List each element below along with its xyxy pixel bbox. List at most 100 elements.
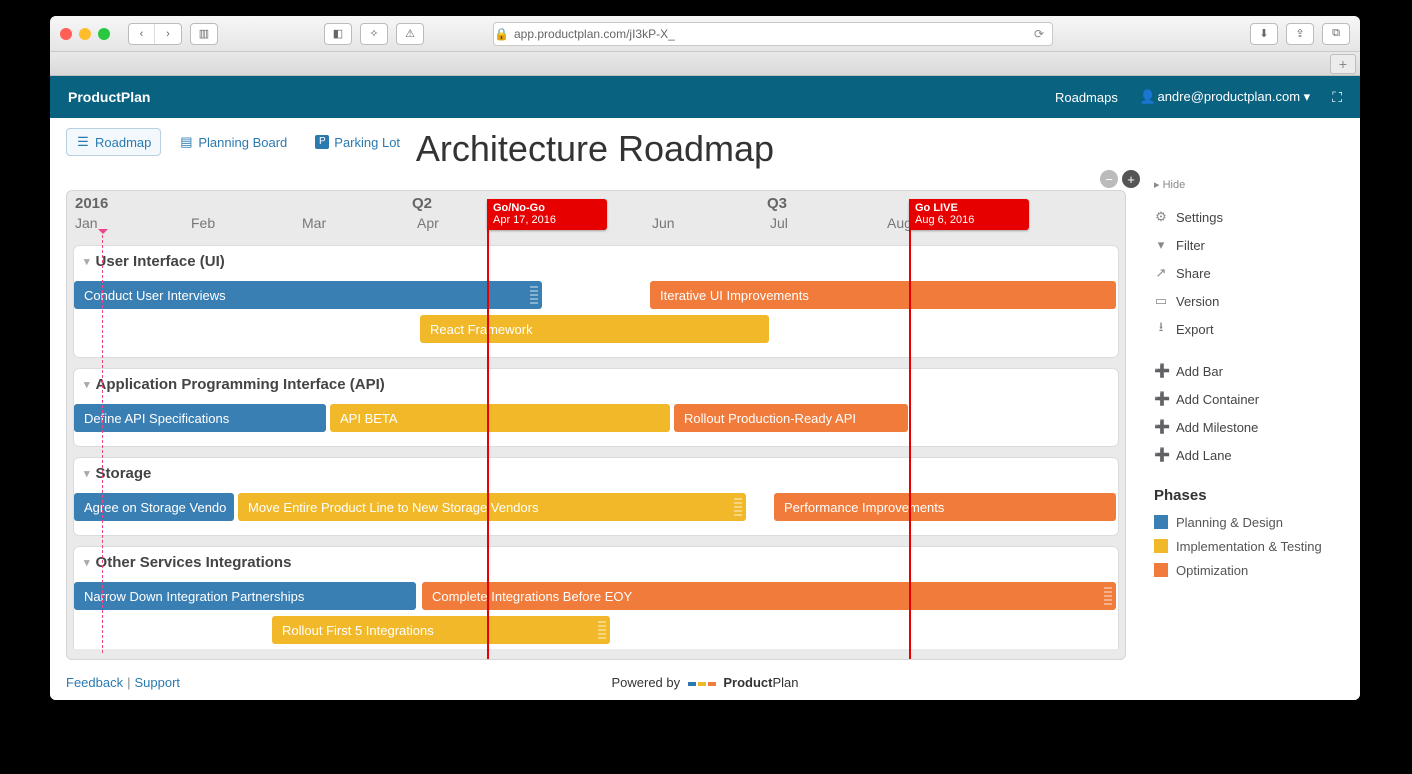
browser-titlebar: ‹ › ▥ ◧ ✧ ⚠ 🔒 app.productplan.com/jI3kP-… — [50, 16, 1360, 52]
reload-icon[interactable]: ⟳ — [1032, 27, 1046, 41]
chevron-down-icon: ▾ — [84, 378, 90, 391]
roadmap-bar[interactable]: Performance Improvements — [774, 493, 1116, 521]
legend-swatch — [1154, 539, 1168, 553]
roadmap-bar[interactable]: Rollout Production-Ready API — [674, 404, 908, 432]
lane-row: Conduct User Interviews Iterative UI Impr… — [74, 281, 1118, 311]
lane: ▾User Interface (UI) Conduct User Intervi… — [73, 245, 1119, 358]
month-label: Jan — [75, 215, 98, 231]
drag-handle-icon[interactable] — [598, 621, 606, 639]
plus-icon: ➕ — [1154, 363, 1168, 379]
user-email: andre@productplan.com — [1157, 89, 1300, 104]
warn-button[interactable]: ⚠ — [396, 23, 424, 45]
quarter-label: Q3 — [767, 195, 787, 212]
powered-by: Powered by ProductPlan — [66, 675, 1344, 690]
share-button[interactable]: ⇪ — [1286, 23, 1314, 45]
zoom-in-button[interactable]: + — [1122, 170, 1140, 188]
back-button[interactable]: ‹ — [129, 24, 155, 44]
lane-header[interactable]: ▾User Interface (UI) — [74, 246, 1118, 277]
roadmap-bar[interactable]: Conduct User Interviews — [74, 281, 542, 309]
window-controls — [60, 28, 110, 40]
content-area: ☰ Roadmap ▤ Planning Board P Parking Lot… — [50, 118, 1360, 700]
add-milestone-button[interactable]: ➕Add Milestone — [1154, 413, 1344, 441]
hide-panel-button[interactable]: ▸ Hide — [1154, 178, 1344, 191]
url-text: app.productplan.com/jI3kP-X_ — [514, 27, 675, 41]
maximize-window-button[interactable] — [98, 28, 110, 40]
productplan-logo-icon — [688, 682, 716, 686]
wand-button[interactable]: ✧ — [360, 23, 388, 45]
roadmap-bar[interactable]: Iterative UI Improvements — [650, 281, 1116, 309]
filter-icon: ▾ — [1154, 237, 1168, 253]
month-label: Jul — [770, 215, 788, 231]
page-title: Architecture Roadmap — [50, 128, 1140, 170]
lane: ▾Storage Agree on Storage VendoMove Entir… — [73, 457, 1119, 536]
download-icon: ⭳ — [1154, 318, 1168, 340]
brand-label: ProductPlan — [68, 89, 150, 105]
version-button[interactable]: ▭Version — [1154, 287, 1344, 315]
legend-swatch — [1154, 563, 1168, 577]
lock-icon: 🔒 — [494, 27, 508, 41]
lane-row: React Framework — [74, 315, 1118, 345]
lane-header[interactable]: ▾Other Services Integrations — [74, 547, 1118, 578]
legend-item[interactable]: Implementation & Testing — [1154, 534, 1344, 558]
month-label: Jun — [652, 215, 675, 231]
legend-item[interactable]: Planning & Design — [1154, 510, 1344, 534]
lane: ▾Application Programming Interface (API)… — [73, 368, 1119, 447]
footer: Feedback | Support Powered by ProductPla… — [66, 675, 1344, 690]
lane-header[interactable]: ▾Storage — [74, 458, 1118, 489]
gear-icon: ⚙ — [1154, 209, 1168, 225]
add-lane-button[interactable]: ➕Add Lane — [1154, 441, 1344, 469]
milestone-flag[interactable]: Go LIVEAug 6, 2016 — [909, 199, 1029, 230]
month-label: Mar — [302, 215, 326, 231]
minimize-window-button[interactable] — [79, 28, 91, 40]
forward-button[interactable]: › — [155, 24, 181, 44]
milestone-line — [487, 199, 489, 659]
lane-row: Define API SpecificationsAPI BETARollout… — [74, 404, 1118, 434]
share-icon: ↗ — [1154, 265, 1168, 281]
roadmap-bar[interactable]: Agree on Storage Vendo — [74, 493, 234, 521]
share-button[interactable]: ↗Share — [1154, 259, 1344, 287]
drag-handle-icon[interactable] — [1104, 587, 1112, 605]
milestone-line — [909, 199, 911, 659]
roadmap-bar[interactable]: Move Entire Product Line to New Storage … — [238, 493, 746, 521]
legend-swatch — [1154, 515, 1168, 529]
settings-button[interactable]: ⚙Settings — [1154, 203, 1344, 231]
close-window-button[interactable] — [60, 28, 72, 40]
roadmap-bar[interactable]: Define API Specifications — [74, 404, 326, 432]
new-tab-button[interactable]: + — [1330, 54, 1356, 74]
browser-window: ‹ › ▥ ◧ ✧ ⚠ 🔒 app.productplan.com/jI3kP-… — [50, 16, 1360, 700]
roadmap-bar[interactable]: Complete Integrations Before EOY — [422, 582, 1116, 610]
drag-handle-icon[interactable] — [734, 498, 742, 516]
reader-button[interactable]: ◧ — [324, 23, 352, 45]
downloads-button[interactable]: ⬇ — [1250, 23, 1278, 45]
address-bar[interactable]: 🔒 app.productplan.com/jI3kP-X_ ⟳ — [493, 22, 1053, 46]
add-bar-button[interactable]: ➕Add Bar — [1154, 357, 1344, 385]
tabs-button[interactable]: ⧉ — [1322, 23, 1350, 45]
filter-button[interactable]: ▾Filter — [1154, 231, 1344, 259]
quarter-label: Q2 — [412, 195, 432, 212]
chevron-down-icon: ▾ — [84, 467, 90, 480]
user-menu[interactable]: 👤 andre@productplan.com ▾ — [1140, 89, 1310, 105]
version-icon: ▭ — [1154, 293, 1168, 309]
roadmap-bar[interactable]: Narrow Down Integration Partnerships — [74, 582, 416, 610]
lane-row: Narrow Down Integration PartnershipsComp… — [74, 582, 1118, 612]
year-label: 2016 — [75, 195, 108, 212]
add-container-button[interactable]: ➕Add Container — [1154, 385, 1344, 413]
sidebar-toggle[interactable]: ▥ — [190, 23, 218, 45]
roadmap-bar[interactable]: API BETA — [330, 404, 670, 432]
side-panel: ▸ Hide ⚙Settings ▾Filter ↗Share ▭Version… — [1154, 178, 1344, 582]
roadmap-bar[interactable]: Rollout First 5 Integrations — [272, 616, 610, 644]
zoom-out-button[interactable]: − — [1100, 170, 1118, 188]
nav-roadmaps[interactable]: Roadmaps — [1055, 90, 1118, 105]
app-header: ProductPlan Roadmaps 👤 andre@productplan… — [50, 76, 1360, 118]
legend-item[interactable]: Optimization — [1154, 558, 1344, 582]
plus-icon: ➕ — [1154, 419, 1168, 435]
roadmap-bar[interactable]: React Framework — [420, 315, 769, 343]
milestone-flag[interactable]: Go/No-GoApr 17, 2016 — [487, 199, 607, 230]
fullscreen-button[interactable]: ⛶ — [1332, 89, 1342, 106]
lane-header[interactable]: ▾Application Programming Interface (API) — [74, 369, 1118, 400]
export-button[interactable]: ⭳Export — [1154, 315, 1344, 343]
chevron-down-icon: ▾ — [84, 556, 90, 569]
month-label: Feb — [191, 215, 215, 231]
drag-handle-icon[interactable] — [530, 286, 538, 304]
plus-icon: ➕ — [1154, 447, 1168, 463]
